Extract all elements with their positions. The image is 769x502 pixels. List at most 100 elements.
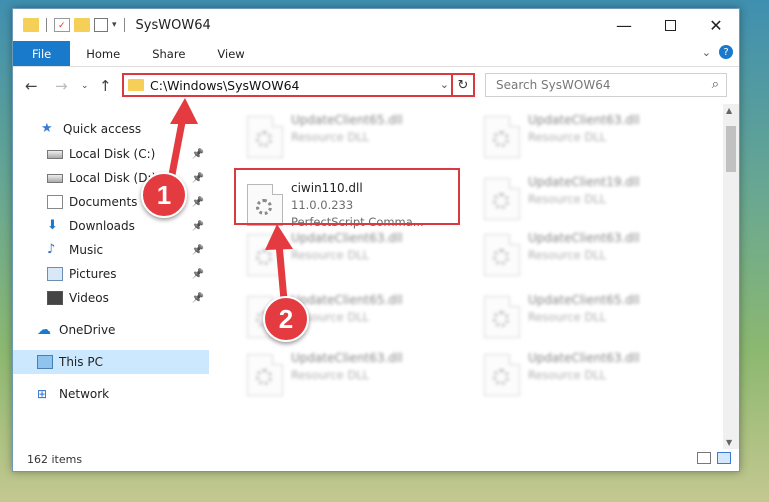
drive-icon [47,173,63,183]
dll-file-icon [484,296,520,338]
file-item[interactable]: UpdateClient65.dll Resource DLL [474,292,704,344]
details-view-icon[interactable] [697,452,711,464]
folder-icon[interactable] [23,18,39,32]
file-description: Resource DLL [291,368,370,382]
pin-icon[interactable]: 📌 [192,173,204,184]
dll-file-icon [484,178,520,220]
star-icon: ★ [41,121,53,136]
gear-icon [493,193,509,209]
divider [123,18,125,32]
maximize-button[interactable] [647,9,693,41]
gear-icon [493,311,509,327]
file-name: UpdateClient63.dll [528,351,640,365]
chevron-down-icon[interactable]: ▾ [112,20,117,30]
videos-icon [47,291,63,305]
dll-file-icon [484,234,520,276]
file-list: UpdateClient65.dll Resource DLL ciwin110.d… [221,104,726,444]
search-input[interactable]: Search SysWOW64 ⌕ [485,73,727,97]
file-description: Resource DLL [528,130,607,144]
sidebar-item-label: Network [59,387,110,401]
sidebar-item-network[interactable]: ⊞ Network [13,382,209,406]
documents-icon [47,195,63,209]
file-name: UpdateClient65.dll [291,113,403,127]
pin-icon[interactable]: 📌 [192,221,204,232]
forward-arrow-icon[interactable]: → [55,77,68,95]
sidebar-item-label: OneDrive [59,323,116,337]
navigation-pane: ★ Quick access Local Disk (C:) 📌 Local Disk … [13,104,209,444]
gear-icon [493,131,509,147]
quick-access-toolbar: ✓ ▾ [13,18,128,32]
expand-ribbon-icon[interactable]: ⌄ [702,46,711,59]
sidebar-item-label: Documents [69,195,138,209]
up-arrow-icon[interactable]: ↑ [99,77,112,95]
scroll-up-icon[interactable]: ▲ [726,106,732,115]
recent-locations-icon[interactable]: ⌄ [81,81,89,91]
file-item[interactable]: UpdateClient65.dll Resource DLL [237,112,467,164]
pin-icon[interactable]: 📌 [192,149,204,160]
file-description: Resource DLL [528,192,607,206]
minimize-button[interactable]: — [601,9,647,41]
file-item[interactable]: UpdateClient63.dll Resource DLL [474,112,704,164]
file-name: UpdateClient63.dll [528,113,640,127]
search-placeholder: Search SysWOW64 [496,78,611,92]
pin-icon[interactable]: 📌 [192,245,204,256]
sidebar-item-this-pc[interactable]: This PC [13,350,209,374]
file-name: UpdateClient63.dll [291,231,403,245]
pin-icon[interactable]: 📌 [192,197,204,208]
gear-icon [256,131,272,147]
help-icon[interactable]: ? [719,45,733,59]
pin-icon[interactable]: 📌 [192,293,204,304]
status-bar: 162 items [13,447,739,471]
sidebar-item-videos[interactable]: Videos 📌 [13,286,209,310]
file-item[interactable]: UpdateClient63.dll Resource DLL [237,230,467,282]
sidebar-item-label: Quick access [63,122,142,136]
file-name: UpdateClient65.dll [528,293,640,307]
dll-file-icon [247,354,283,396]
pin-icon[interactable]: 📌 [192,269,204,280]
step-marker-1: 1 [141,172,187,218]
title-bar: ✓ ▾ SysWOW64 — ✕ [13,9,739,41]
file-item[interactable]: UpdateClient63.dll Resource DLL [474,350,704,402]
back-arrow-icon[interactable]: ← [25,77,38,95]
new-folder-icon[interactable] [74,18,90,32]
sidebar-item-local-disk-c[interactable]: Local Disk (C:) 📌 [13,142,209,166]
pictures-icon [47,267,63,281]
downloads-icon: ⬇ [47,218,58,233]
view-options-icon[interactable] [94,18,108,32]
refresh-icon[interactable]: ↻ [451,75,473,95]
file-item[interactable]: UpdateClient63.dll Resource DLL [237,350,467,402]
tab-share[interactable]: Share [136,41,201,66]
sidebar-item-music[interactable]: ♪ Music 📌 [13,238,209,262]
file-item[interactable]: UpdateClient19.dll Resource DLL [474,174,704,226]
sidebar-item-pictures[interactable]: Pictures 📌 [13,262,209,286]
scroll-down-icon[interactable]: ▼ [726,438,732,447]
tab-view[interactable]: View [201,41,260,66]
close-button[interactable]: ✕ [693,9,739,41]
tiles-view-icon[interactable] [717,452,731,464]
file-description: Resource DLL [528,368,607,382]
vertical-scrollbar[interactable]: ▲ ▼ [723,104,739,449]
network-icon: ⊞ [37,387,48,401]
explorer-window: ✓ ▾ SysWOW64 — ✕ File Home Share View ⌄ … [12,8,740,472]
chevron-down-icon[interactable]: ⌄ [440,78,449,91]
file-description: Resource DLL [291,130,370,144]
file-description: Resource DLL [528,248,607,262]
sidebar-item-onedrive[interactable]: ☁ OneDrive [13,318,209,342]
cloud-icon: ☁ [37,322,51,338]
address-path: C:\Windows\SysWOW64 [150,77,300,93]
file-name: UpdateClient19.dll [528,175,640,189]
ribbon-tabs: File Home Share View ⌄ ? [13,41,739,67]
properties-icon[interactable]: ✓ [54,18,70,32]
gear-icon [493,249,509,265]
tab-file[interactable]: File [13,41,71,66]
sidebar-item-quick-access[interactable]: ★ Quick access [13,117,209,141]
sidebar-item-label: Videos [69,291,109,305]
scrollbar-thumb[interactable] [726,126,736,172]
step-marker-2: 2 [263,296,309,342]
tab-home[interactable]: Home [70,41,136,66]
file-item[interactable]: UpdateClient63.dll Resource DLL [474,230,704,282]
sidebar-item-label: Pictures [69,267,117,281]
sidebar-item-downloads[interactable]: ⬇ Downloads 📌 [13,214,209,238]
address-bar[interactable]: C:\Windows\SysWOW64 ⌄ ↻ [122,73,475,97]
search-icon[interactable]: ⌕ [712,77,719,92]
